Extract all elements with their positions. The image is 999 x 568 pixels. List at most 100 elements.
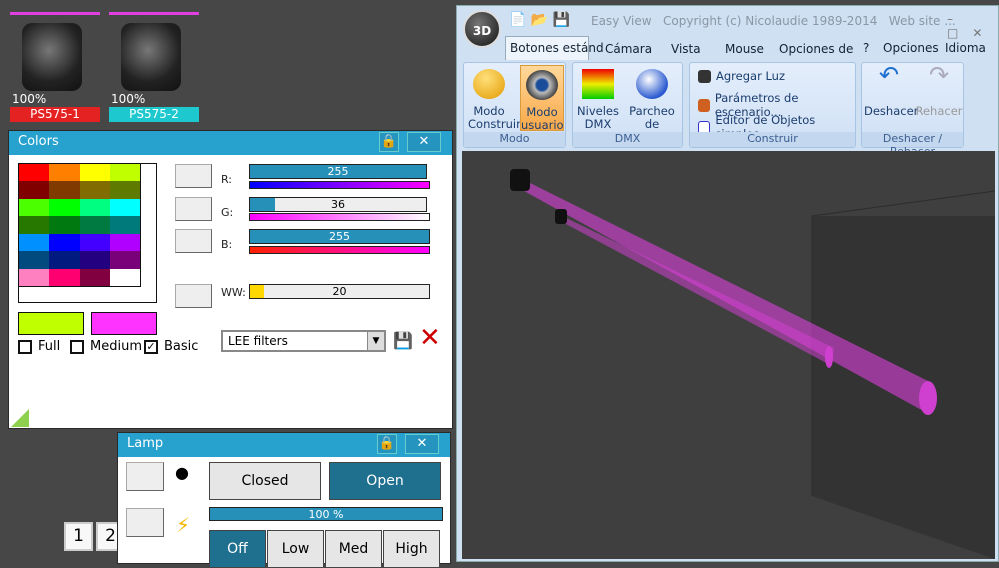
ww-button[interactable] [175,284,212,308]
palette-swatch[interactable] [109,181,140,199]
opciones-menu[interactable]: Opciones [883,41,939,55]
g-button[interactable] [175,197,212,221]
mode-low-button[interactable]: Low [267,530,324,568]
save-icon[interactable]: 💾 [553,12,570,28]
palette-swatch[interactable] [79,164,110,182]
fixture-ps575-1[interactable]: 100% PS575-1 [10,12,100,124]
light-icon [698,69,711,83]
colors-titlebar[interactable]: Colors 🔒 ✕ [9,131,452,155]
lamp-level-bar[interactable]: 100 % [209,507,443,521]
palette-swatch[interactable] [109,164,140,182]
open-button[interactable]: Open [329,462,441,500]
full-checkbox[interactable]: Full [18,339,60,354]
agregar-luz-item[interactable]: Agregar Luz [698,69,785,83]
b-slider[interactable]: 255 [249,229,430,244]
palette-swatch[interactable] [79,216,110,234]
window-controls[interactable]: –□✕ [947,12,998,40]
group-label: Modo [464,132,565,147]
palette-swatch[interactable] [19,268,50,286]
new-icon[interactable]: 📄 [509,12,526,28]
tab-mouse[interactable]: Mouse [725,42,764,56]
palette-swatch[interactable] [49,251,80,269]
app-logo-button[interactable]: 3D [463,10,501,48]
palette-swatch[interactable] [49,198,80,217]
fixture-label: PS575-2 [109,107,199,122]
fixture-level-bar [10,12,100,15]
mode-off-button[interactable]: Off [209,530,266,568]
r-slider[interactable]: 255 [249,164,427,179]
beam-spot-1 [919,381,937,415]
b-button[interactable] [175,229,212,253]
palette-swatch[interactable] [79,198,110,217]
closed-button[interactable]: Closed [209,462,321,500]
medium-checkbox[interactable]: Medium [70,339,142,354]
tab-camara[interactable]: Cámara [605,42,652,56]
palette-swatch[interactable] [19,216,50,234]
palette-swatch[interactable] [109,233,140,252]
lamp-window: Lamp 🔒 ✕ ● ⚡ Closed Open 100 % Off Low M… [117,432,451,568]
palette-swatch[interactable] [19,233,50,252]
chevron-down-icon[interactable]: ▼ [367,332,384,350]
redo-icon: ↷ [928,61,950,89]
tab-vista[interactable]: Vista [671,42,701,56]
palette-swatch[interactable] [49,164,80,182]
save-icon[interactable]: 💾 [393,331,413,350]
palette-swatch[interactable] [19,181,50,199]
current-color-1[interactable] [18,312,84,335]
filter-select[interactable]: LEE filters ▼ [221,330,386,352]
palette-swatch[interactable] [109,216,140,234]
tab-botones-label[interactable]: Botones estánd [510,41,604,55]
mode-high-button[interactable]: High [383,530,440,568]
help-menu[interactable]: ? [863,41,869,55]
palette-swatch[interactable] [19,198,50,217]
palette-swatch[interactable] [49,233,80,252]
basic-checkbox[interactable]: ✓ Basic [144,339,198,354]
palette-swatch[interactable] [109,251,140,269]
add-corner-icon[interactable] [11,409,29,427]
palette-swatch[interactable] [79,233,110,252]
modo-usuario-button[interactable]: Modo usuario [520,65,564,132]
palette-swatch[interactable] [79,251,110,269]
palette-swatch[interactable] [109,198,140,217]
open-icon[interactable]: 📂 [531,12,548,28]
g-gradient [249,213,430,221]
lamp-button[interactable] [126,462,164,491]
ww-slider[interactable]: 20 [249,284,430,299]
dmx-levels-icon [582,69,614,99]
preset-1-button[interactable]: 1 [64,522,93,551]
palette-swatch[interactable] [49,181,80,199]
hard-hat-icon [473,69,505,99]
delete-icon[interactable]: ✕ [419,325,441,351]
palette-swatch[interactable] [79,181,110,199]
g-label: G: [221,206,234,219]
fixture-ps575-2[interactable]: 100% PS575-2 [109,12,199,124]
power-button[interactable] [126,508,164,537]
fixture-level: 100% [111,92,146,106]
lamp-titlebar[interactable]: Lamp 🔒 ✕ [118,433,450,457]
moving-head-icon [121,23,181,91]
palette-swatch[interactable] [49,216,80,234]
window-title: Colors [18,134,59,149]
palette-swatch[interactable] [49,268,80,286]
fixture-label: PS575-1 [10,107,100,122]
tab-opciones-render[interactable]: Opciones de re [779,42,855,56]
3d-viewport[interactable] [462,151,995,559]
current-color-2[interactable] [91,312,157,335]
idioma-menu[interactable]: Idioma [945,41,986,55]
r-label: R: [221,173,233,186]
niveles-dmx-button[interactable]: Niveles DMX [576,65,620,131]
g-slider[interactable]: 36 [249,197,427,212]
close-button[interactable]: ✕ [405,434,439,454]
palette-swatch[interactable] [19,164,50,182]
deshacer-button[interactable]: ↶ Deshacer [864,63,918,118]
lock-icon[interactable]: 🔒 [377,434,397,454]
lock-icon[interactable]: 🔒 [379,132,399,152]
palette-swatch[interactable] [79,268,110,286]
window-title: Easy View Copyright (c) Nicolaudie 1989-… [591,14,956,28]
palette-swatch[interactable] [109,268,140,286]
palette-swatch[interactable] [19,251,50,269]
r-button[interactable] [175,164,212,188]
modo-construir-button[interactable]: Modo Construir [468,65,521,131]
close-button[interactable]: ✕ [407,132,441,152]
mode-med-button[interactable]: Med [325,530,382,568]
